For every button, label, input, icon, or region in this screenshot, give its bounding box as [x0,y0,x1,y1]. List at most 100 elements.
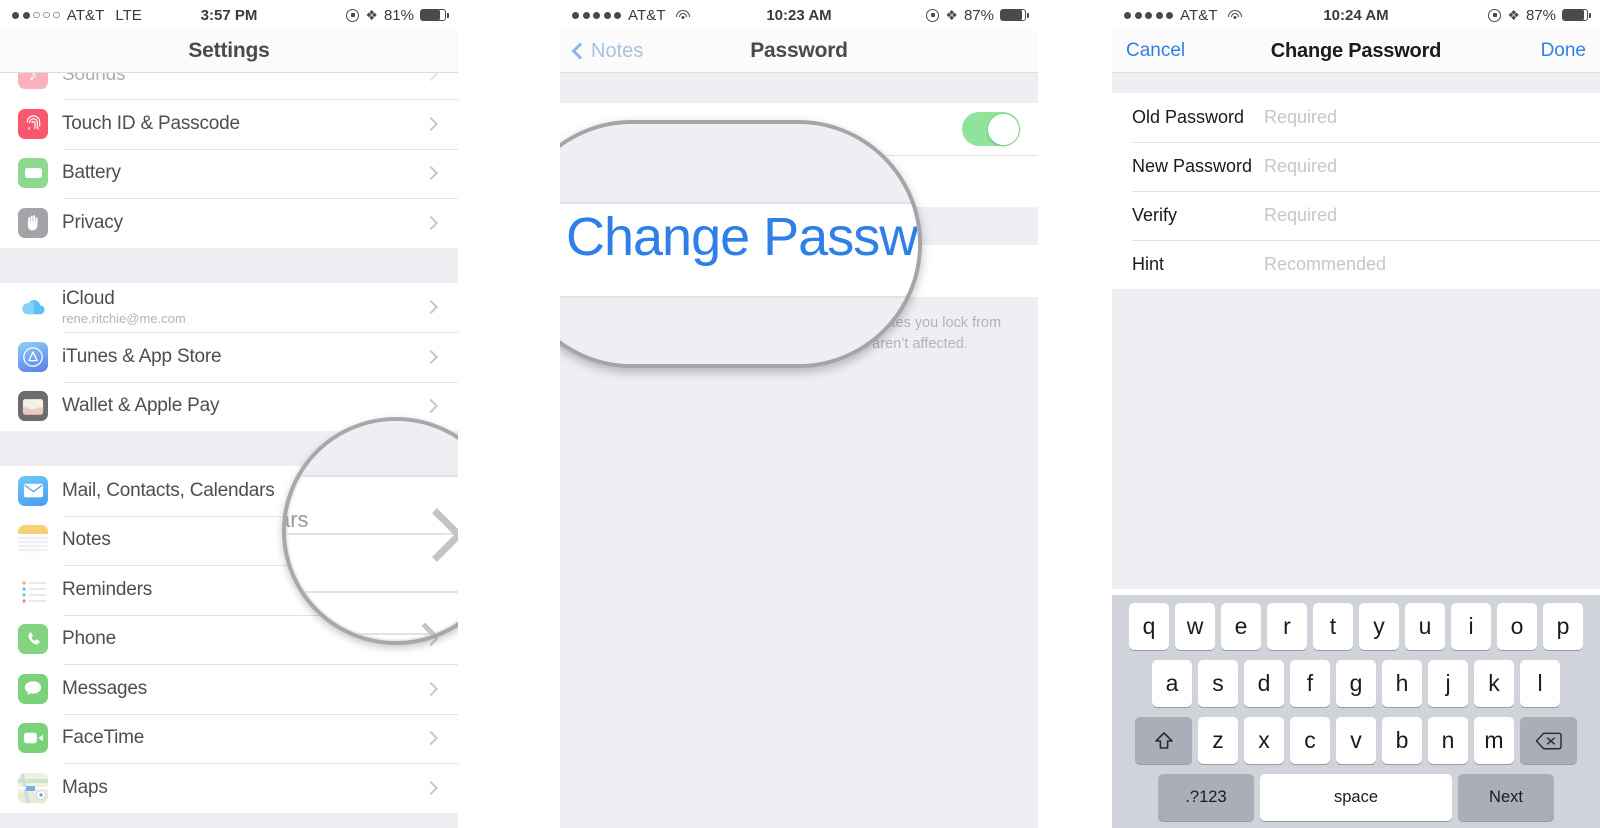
carrier-label: AT&T [66,6,105,24]
magnified-group-gap [560,124,918,202]
keyboard-row-1: qwertyuiop [1115,603,1597,650]
wifi-icon [676,9,691,21]
onscreen-keyboard: qwertyuiop asdfghjkl zxcvbnm .?123 space… [1112,595,1600,828]
shift-icon[interactable] [1135,717,1192,764]
key-r[interactable]: r [1267,603,1307,650]
page-title: Change Password [1270,39,1442,62]
icloud-text-stack: iCloud rene.ritchie@me.com [62,288,186,326]
sidebar-item-icloud[interactable]: iCloud rene.ritchie@me.com [0,283,458,333]
sidebar-item-messages[interactable]: Messages [0,664,458,714]
verify-input[interactable]: Required [1264,205,1337,226]
old-password-label: Old Password [1132,107,1245,127]
chevron-right-icon [423,166,439,181]
magnified-group-gap [286,421,458,475]
sidebar-item-touch-id-passcode[interactable]: Touch ID & Passcode [0,99,458,149]
sidebar-item-label: Messages [62,677,147,699]
signal-strength-icon [12,11,60,19]
status-left: AT&T [1124,7,1243,24]
cancel-button[interactable]: Cancel [1126,40,1185,62]
sidebar-item-label: Wallet & Apple Pay [62,395,220,417]
iphone-change-password-panel: AT&T 10:24 AM ❖ 87% Cancel Change Passwo… [1112,0,1600,828]
hint-field-row[interactable]: Hint Recommended [1112,240,1600,289]
space-key[interactable]: space [1260,774,1452,821]
key-o[interactable]: o [1497,603,1537,650]
sidebar-item-sounds[interactable]: ♪ Sounds [0,73,458,99]
bluetooth-icon: ❖ [1507,7,1520,23]
sidebar-item-label: Notes [62,529,111,551]
key-t[interactable]: t [1313,603,1353,650]
numeric-keyboard-button[interactable]: .?123 [1158,774,1254,821]
key-w[interactable]: w [1175,603,1215,650]
page-title: Settings [188,39,270,62]
magnified-divider [286,591,458,593]
key-s[interactable]: s [1198,660,1238,707]
change-password-navbar: Cancel Change Password Done [1112,30,1600,72]
bluetooth-icon: ❖ [365,7,378,23]
rotation-lock-icon [346,8,360,22]
key-m[interactable]: m [1474,717,1514,764]
key-z[interactable]: z [1198,717,1238,764]
key-e[interactable]: e [1221,603,1261,650]
chevron-right-icon [423,731,439,746]
key-y[interactable]: y [1359,603,1399,650]
key-p[interactable]: p [1543,603,1583,650]
key-h[interactable]: h [1382,660,1422,707]
sidebar-item-label: Touch ID & Passcode [62,112,240,134]
touchid-icon [18,108,48,139]
key-g[interactable]: g [1336,660,1376,707]
new-password-input[interactable]: Required [1264,156,1337,177]
key-l[interactable]: l [1520,660,1560,707]
key-n[interactable]: n [1428,717,1468,764]
status-right: ❖ 87% [1488,7,1591,24]
old-password-input[interactable]: Required [1264,107,1337,128]
battery-icon [420,9,449,21]
back-button-notes[interactable]: Notes [571,40,643,63]
new-password-field-row[interactable]: New Password Required [1112,142,1600,191]
wallet-icon [18,391,48,422]
key-u[interactable]: u [1405,603,1445,650]
change-password-fields: Old Password Required New Password Requi… [1112,93,1600,289]
key-i[interactable]: i [1451,603,1491,650]
status-bar-settings: AT&T LTE 3:57 PM ❖ 81% [0,0,458,30]
hint-input[interactable]: Recommended [1264,254,1386,275]
sidebar-item-battery[interactable]: Battery [0,148,458,199]
key-c[interactable]: c [1290,717,1330,764]
key-b[interactable]: b [1382,717,1422,764]
key-q[interactable]: q [1129,603,1169,650]
messages-icon [18,673,48,704]
facetime-icon [18,723,48,754]
magnified-group-gap [560,298,918,364]
notes-icon [18,525,48,556]
sidebar-item-itunes-app-store[interactable]: iTunes & App Store [0,332,458,382]
done-button[interactable]: Done [1541,40,1586,62]
key-x[interactable]: x [1244,717,1284,764]
hint-label: Hint [1132,254,1165,274]
chevron-right-icon [423,116,439,131]
old-password-field-row[interactable]: Old Password Required [1112,93,1600,142]
next-key[interactable]: Next [1458,774,1554,821]
sidebar-item-label: Sounds [62,73,126,85]
mail-icon [18,475,48,506]
iphone-settings-panel: AT&T LTE 3:57 PM ❖ 81% Settings ♪ Sounds [0,0,458,828]
itunes-appstore-icon [18,341,48,372]
key-a[interactable]: a [1152,660,1192,707]
key-d[interactable]: d [1244,660,1284,707]
verify-field-row[interactable]: Verify Required [1112,191,1600,240]
magnifier-pill-change-password: Change Password... [560,120,922,368]
signal-strength-icon [572,11,621,19]
sidebar-item-label: Privacy [62,211,123,233]
backspace-icon[interactable] [1520,717,1577,764]
sidebar-item-facetime[interactable]: FaceTime [0,713,458,764]
key-v[interactable]: v [1336,717,1376,764]
sidebar-item-privacy[interactable]: Privacy [0,198,458,248]
key-f[interactable]: f [1290,660,1330,707]
touch-id-toggle[interactable] [962,112,1020,146]
sidebar-item-label: Battery [62,162,121,184]
battery-icon [1562,9,1591,21]
key-j[interactable]: j [1428,660,1468,707]
status-right: ❖ 87% [926,7,1029,24]
status-bar-change: AT&T 10:24 AM ❖ 87% [1112,0,1600,30]
key-k[interactable]: k [1474,660,1514,707]
sidebar-item-maps[interactable]: Maps [0,763,458,813]
reminders-icon [18,574,48,605]
